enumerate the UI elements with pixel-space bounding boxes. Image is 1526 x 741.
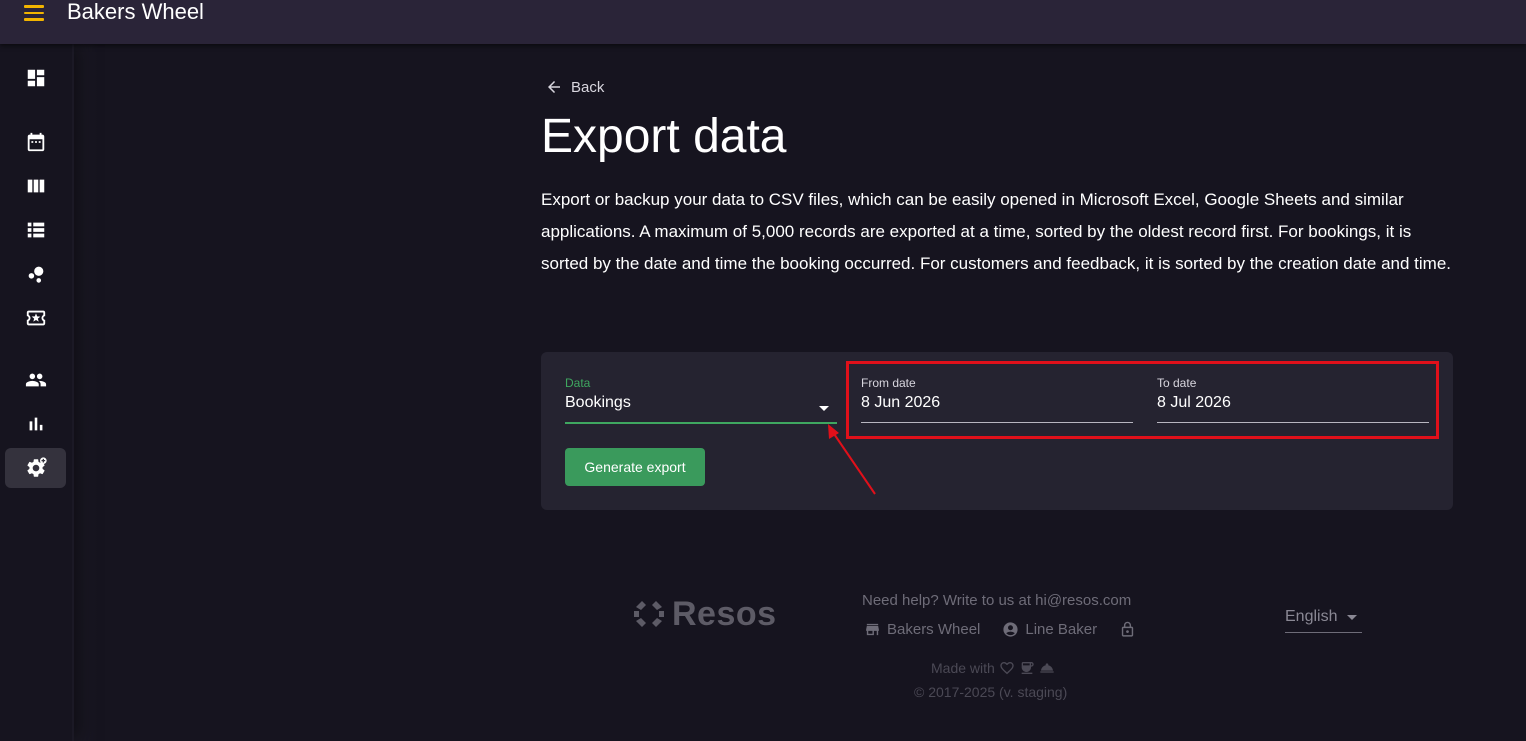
sidebar-item-bubbles[interactable] xyxy=(5,254,66,294)
to-date-underline xyxy=(1157,422,1429,423)
dropdown-caret-icon xyxy=(1347,615,1357,620)
lock-icon[interactable] xyxy=(1119,621,1136,638)
copyright: © 2017-2025 (v. staging) xyxy=(914,684,1068,700)
sidebar-item-calendar[interactable] xyxy=(5,122,66,162)
bar-chart-icon xyxy=(29,417,42,431)
generate-export-button[interactable]: Generate export xyxy=(565,448,705,486)
to-date-field[interactable]: To date 8 Jul 2026 xyxy=(1157,376,1429,424)
hamburger-menu-icon[interactable] xyxy=(20,2,48,24)
sidebar xyxy=(0,44,72,741)
sidebar-item-list[interactable] xyxy=(5,210,66,250)
people-icon xyxy=(25,373,46,387)
from-date-value: 8 Jun 2026 xyxy=(861,394,941,411)
sidebar-item-customers[interactable] xyxy=(5,360,66,400)
data-type-value: Bookings xyxy=(565,394,631,411)
data-type-underline xyxy=(565,422,837,424)
from-date-underline xyxy=(861,422,1133,423)
heart-outline-icon xyxy=(1000,662,1014,675)
page-description: Export or backup your data to CSV files,… xyxy=(541,190,1452,273)
restaurant-name[interactable]: Bakers Wheel xyxy=(887,621,980,638)
resos-logo-text: Resos xyxy=(672,594,777,633)
from-date-field[interactable]: From date 8 Jun 2026 xyxy=(861,376,1133,424)
page-title: Export data xyxy=(541,110,787,163)
sidebar-item-reports[interactable] xyxy=(5,404,66,444)
list-view-icon xyxy=(27,222,44,238)
footer-account-row: Bakers Wheel Line Baker xyxy=(864,619,1136,639)
sidebar-item-columns[interactable] xyxy=(5,166,66,206)
ticket-star-icon xyxy=(26,310,45,326)
room-service-icon xyxy=(1040,663,1054,673)
arrow-left-icon xyxy=(548,81,560,93)
dashboard-icon xyxy=(27,69,44,87)
account-circle-icon xyxy=(1003,621,1018,637)
from-date-label: From date xyxy=(861,376,916,390)
store-icon xyxy=(866,623,879,635)
made-with: Made with xyxy=(931,660,1055,676)
resos-logo-icon xyxy=(634,601,664,627)
sidebar-shadow xyxy=(72,44,98,741)
data-type-select[interactable]: Data Bookings xyxy=(565,376,837,424)
help-text[interactable]: Need help? Write to us at hi@resos.com xyxy=(862,592,1131,609)
sidebar-item-tickets[interactable] xyxy=(5,298,66,338)
back-label: Back xyxy=(571,78,605,96)
language-select[interactable]: English xyxy=(1285,604,1362,633)
user-name[interactable]: Line Baker xyxy=(1025,621,1097,638)
settings-gear-icon xyxy=(26,457,47,477)
bubbles-icon xyxy=(28,266,43,283)
language-value: English xyxy=(1285,608,1338,625)
coffee-icon xyxy=(1021,662,1034,674)
back-link[interactable]: Back xyxy=(545,76,604,98)
calendar-icon xyxy=(27,132,44,152)
made-with-label: Made with xyxy=(931,660,995,676)
columns-view-icon xyxy=(27,179,44,193)
export-form-card: Data Bookings From date 8 Jun 2026 To da… xyxy=(541,352,1453,510)
to-date-label: To date xyxy=(1157,376,1197,390)
to-date-value: 8 Jul 2026 xyxy=(1157,394,1231,411)
sidebar-item-settings[interactable] xyxy=(5,448,66,488)
data-type-label: Data xyxy=(565,376,591,390)
resos-logo: Resos xyxy=(632,594,777,633)
app-title: Bakers Wheel xyxy=(67,0,204,24)
dropdown-caret-icon xyxy=(819,406,829,411)
sidebar-item-dashboard[interactable] xyxy=(5,58,66,98)
top-app-bar: Bakers Wheel xyxy=(0,0,1526,44)
